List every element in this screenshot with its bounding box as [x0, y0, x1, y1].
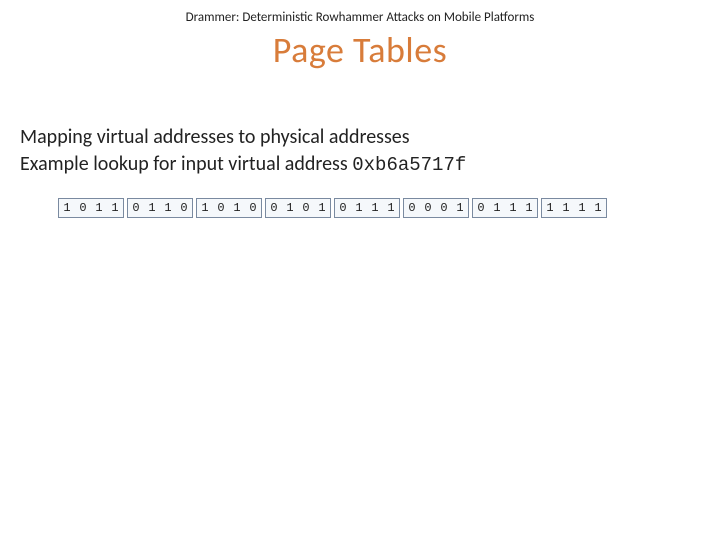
bit-cell: 1	[558, 199, 574, 217]
bit-cell: 1	[351, 199, 367, 217]
body-line-2: Example lookup for input virtual address…	[20, 151, 466, 179]
bit-cell: 0	[176, 199, 192, 217]
bit-group: 1010	[196, 198, 262, 218]
bit-cell: 1	[197, 199, 213, 217]
bit-cell: 1	[314, 199, 330, 217]
bit-cell: 1	[542, 199, 558, 217]
bit-cell: 1	[59, 199, 75, 217]
bit-cell: 1	[505, 199, 521, 217]
page-title: Page Tables	[0, 28, 720, 72]
bit-cell: 1	[367, 199, 383, 217]
bit-group: 0101	[265, 198, 331, 218]
bit-cell: 0	[404, 199, 420, 217]
bits-row: 10110110101001010111000101111111	[58, 198, 607, 218]
bit-group: 1011	[58, 198, 124, 218]
bit-cell: 1	[107, 199, 123, 217]
bit-cell: 0	[128, 199, 144, 217]
body-line-1: Mapping virtual addresses to physical ad…	[20, 124, 466, 151]
bit-cell: 1	[383, 199, 399, 217]
bit-group: 0001	[403, 198, 469, 218]
slide: Drammer: Deterministic Rowhammer Attacks…	[0, 0, 720, 540]
bit-cell: 0	[335, 199, 351, 217]
bit-cell: 0	[75, 199, 91, 217]
bit-cell: 1	[590, 199, 606, 217]
slide-header: Drammer: Deterministic Rowhammer Attacks…	[0, 10, 720, 25]
body-text: Mapping virtual addresses to physical ad…	[20, 124, 466, 179]
body-line-2-prefix: Example lookup for input virtual address	[20, 152, 352, 176]
bit-cell: 1	[144, 199, 160, 217]
bit-cell: 0	[213, 199, 229, 217]
bit-cell: 1	[91, 199, 107, 217]
bit-cell: 0	[298, 199, 314, 217]
bit-group: 0111	[334, 198, 400, 218]
bit-cell: 0	[266, 199, 282, 217]
bit-cell: 1	[521, 199, 537, 217]
bit-cell: 1	[229, 199, 245, 217]
bit-group: 1111	[541, 198, 607, 218]
bit-group: 0111	[472, 198, 538, 218]
bit-cell: 0	[420, 199, 436, 217]
bit-cell: 1	[452, 199, 468, 217]
bit-cell: 1	[489, 199, 505, 217]
bit-group: 0110	[127, 198, 193, 218]
bit-cell: 1	[160, 199, 176, 217]
virtual-address: 0xb6a5717f	[352, 154, 466, 176]
bit-cell: 1	[282, 199, 298, 217]
bit-cell: 0	[245, 199, 261, 217]
bit-cell: 0	[436, 199, 452, 217]
bit-cell: 1	[574, 199, 590, 217]
bit-cell: 0	[473, 199, 489, 217]
